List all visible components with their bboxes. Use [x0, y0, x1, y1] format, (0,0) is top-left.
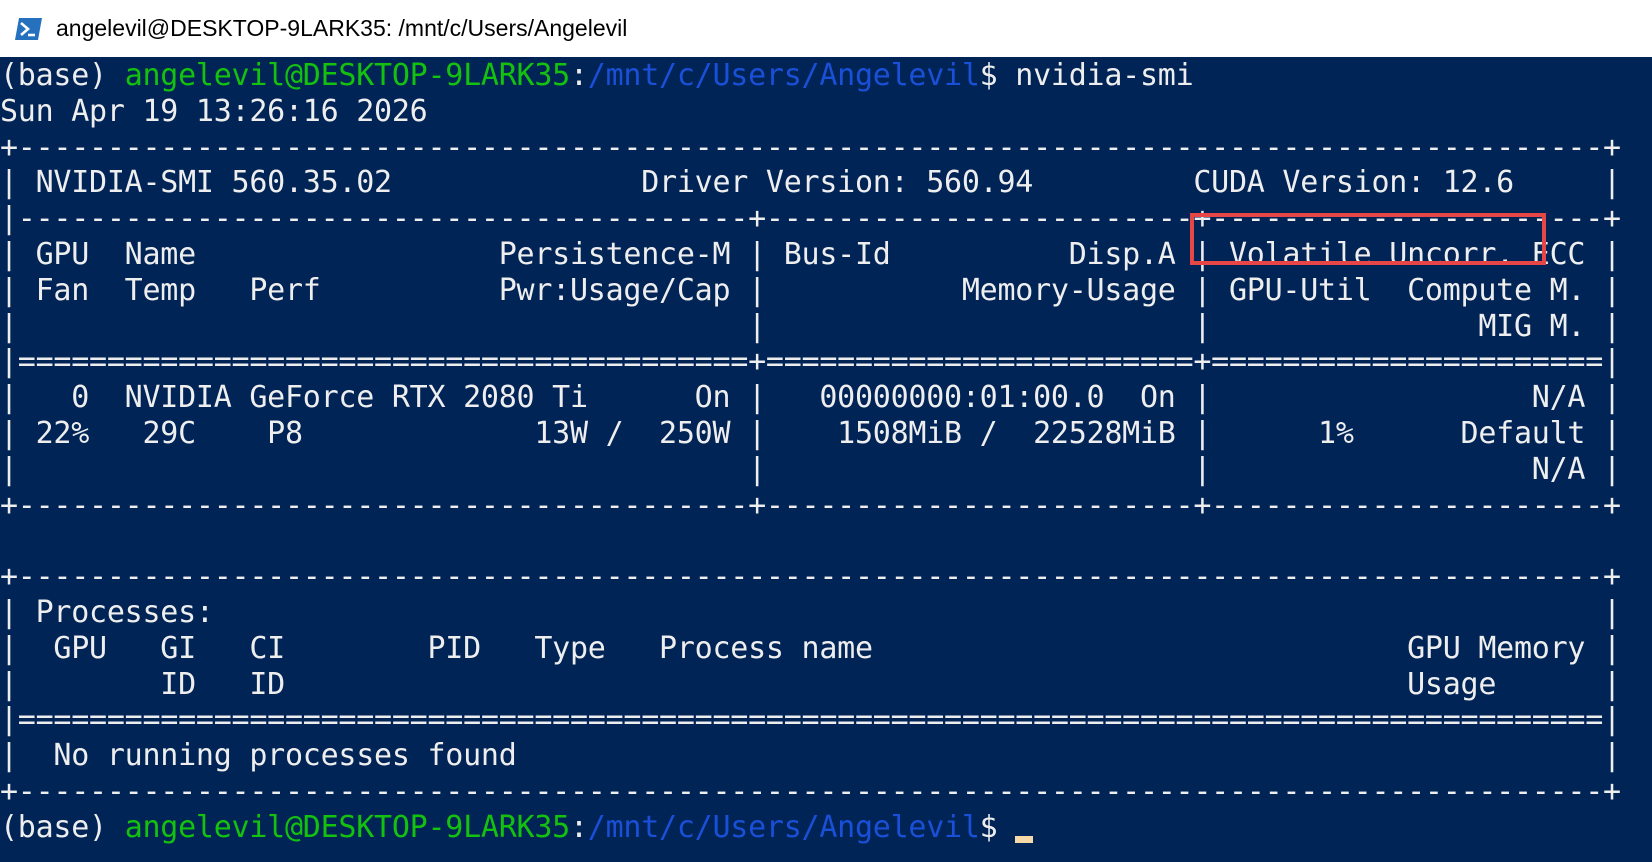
gpu-row-3: | | | N/A | [0, 451, 1621, 487]
gpu-row-1: | 0 NVIDIA GeForce RTX 2080 Ti On | 0000… [0, 380, 1621, 416]
no-processes-line: | No running processes found | [0, 738, 1621, 774]
window-title: angelevil@DESKTOP-9LARK35: /mnt/c/Users/… [56, 15, 628, 41]
prompt-path: /mnt/c/Users/Angelevil [587, 58, 980, 93]
processes-border-top: +---------------------------------------… [0, 559, 1621, 595]
header-right: | [1513, 165, 1621, 201]
column-header-2: | Fan Temp Perf Pwr:Usage/Cap | Memory-U… [0, 272, 1621, 308]
text-cursor[interactable] [1015, 835, 1034, 843]
prompt-user-host: angelevil@DESKTOP-9LARK35 [124, 58, 571, 93]
separator-equals: |=======================================… [0, 344, 1621, 380]
processes-separator: |=======================================… [0, 702, 1621, 738]
prompt-dollar: $ [979, 809, 998, 845]
border-mid: +---------------------------------------… [0, 487, 1621, 523]
terminal-window: angelevil@DESKTOP-9LARK35: /mnt/c/Users/… [0, 0, 1652, 862]
column-header-3: | | | MIG M. | [0, 308, 1621, 344]
terminal-output: (base) angelevil@DESKTOP-9LARK35:/mnt/c/… [0, 58, 1621, 846]
prompt-colon: : [569, 58, 588, 93]
gpu-row-2: | 22% 29C P8 13W / 250W | 1508MiB / 2252… [0, 415, 1621, 451]
processes-header-1: | GPU GI CI PID Type Process name GPU Me… [0, 630, 1621, 666]
cuda-version: CUDA Version: 12.6 [1193, 165, 1514, 201]
prompt-dollar: $ [979, 58, 998, 93]
header-left: | NVIDIA-SMI 560.35.02 Driver Version: 5… [0, 165, 1194, 201]
border-top: +---------------------------------------… [0, 129, 1621, 165]
column-header-1: | GPU Name Persistence-M | Bus-Id Disp.A… [0, 236, 1621, 272]
prompt-colon: : [569, 809, 588, 845]
terminal-area[interactable]: (base) angelevil@DESKTOP-9LARK35:/mnt/c/… [0, 57, 1652, 862]
date-line: Sun Apr 19 13:26:16 2026 [0, 93, 428, 129]
prompt-path: /mnt/c/Users/Angelevil [587, 809, 980, 845]
processes-title: | Processes: | [0, 594, 1621, 630]
prompt-env: (base) [0, 58, 107, 93]
title-bar[interactable]: angelevil@DESKTOP-9LARK35: /mnt/c/Users/… [0, 0, 1652, 57]
processes-border-bottom: +---------------------------------------… [0, 773, 1621, 809]
command-text: nvidia-smi [997, 58, 1194, 93]
processes-header-2: | ID ID Usage | [0, 666, 1621, 702]
separator-line: |---------------------------------------… [0, 201, 1621, 237]
prompt-env: (base) [0, 809, 107, 845]
powershell-icon [14, 16, 44, 42]
prompt-user-host: angelevil@DESKTOP-9LARK35 [124, 809, 571, 845]
